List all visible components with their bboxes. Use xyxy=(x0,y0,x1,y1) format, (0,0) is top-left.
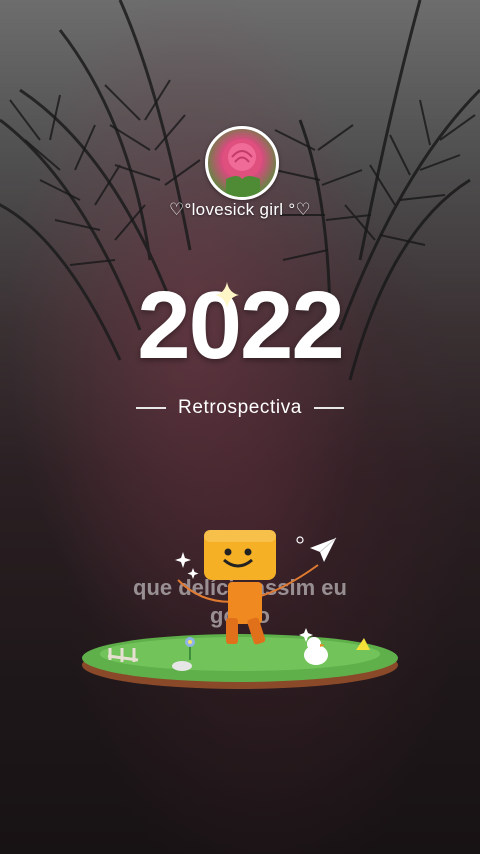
year-title: 2022 xyxy=(137,272,345,379)
divider-left xyxy=(136,407,167,409)
mascot xyxy=(204,530,276,645)
subtitle: Retrospectiva xyxy=(0,397,480,419)
divider-right xyxy=(313,407,344,409)
subtitle-text: Retrospectiva xyxy=(178,397,302,418)
sparkle-icon xyxy=(187,568,199,579)
paper-plane-icon xyxy=(310,537,337,562)
sparkle-icon xyxy=(215,282,239,308)
sparkle-icon xyxy=(175,552,191,568)
username: ♡°lovesick girl °♡ xyxy=(168,200,312,219)
rose-image xyxy=(222,139,262,197)
avatar[interactable] xyxy=(205,126,279,200)
mascot-illustration xyxy=(82,530,398,689)
